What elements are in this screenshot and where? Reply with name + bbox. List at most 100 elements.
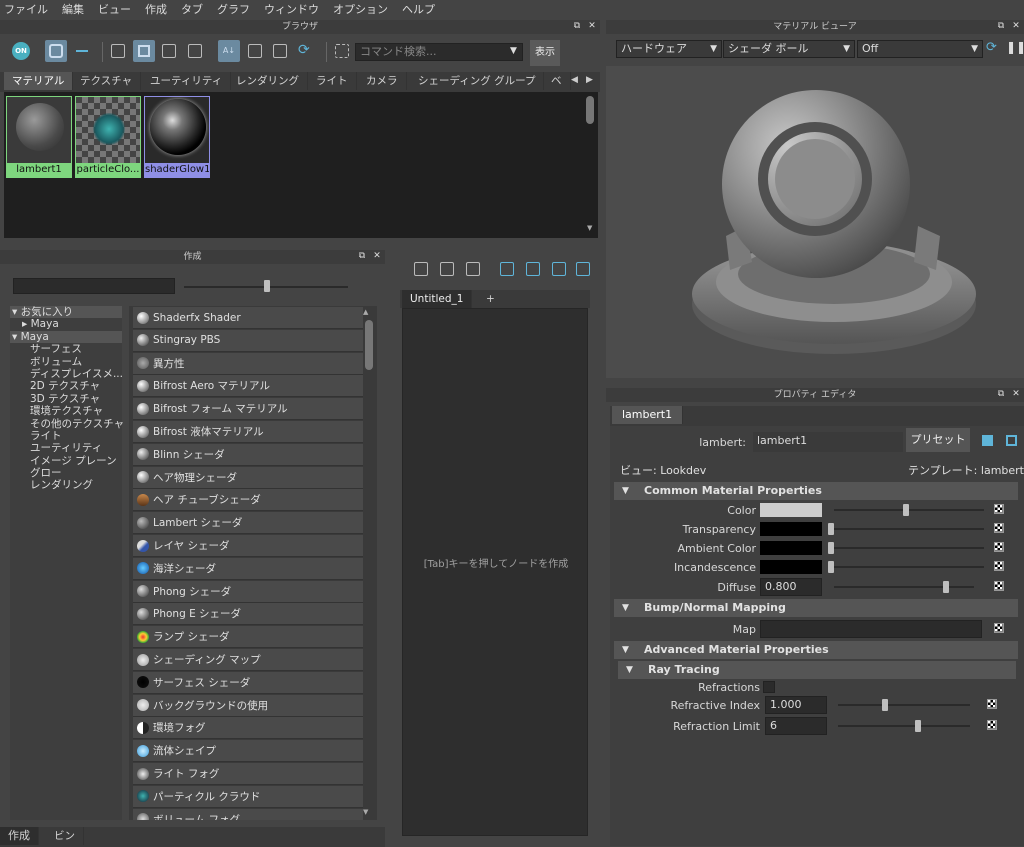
ambient-slider[interactable] bbox=[828, 547, 984, 549]
node-item[interactable]: バックグラウンドの使用 bbox=[133, 694, 363, 717]
expand-icon: ▼ bbox=[622, 645, 629, 655]
node-item[interactable]: ヘア物理シェーダ bbox=[133, 466, 363, 489]
incandescence-swatch[interactable] bbox=[760, 560, 822, 574]
node-label: Lambert シェーダ bbox=[153, 517, 243, 530]
props-title: プロパティ エディタ bbox=[773, 390, 857, 400]
copy-tab-icon[interactable] bbox=[982, 435, 993, 446]
create-bottom-tabs: 作成 ビン bbox=[0, 827, 385, 847]
preset-button[interactable]: プリセット bbox=[906, 428, 970, 452]
section-title: Advanced Material Properties bbox=[644, 643, 829, 656]
refractive-index-field[interactable]: 1.000 bbox=[765, 696, 827, 714]
map-button-icon[interactable] bbox=[994, 581, 1004, 591]
add-node-icon[interactable] bbox=[526, 262, 540, 276]
layout-icon[interactable] bbox=[552, 262, 566, 276]
node-graph-canvas[interactable]: [Tab]キーを押してノードを作成 bbox=[402, 308, 588, 836]
add-tab-button[interactable]: + bbox=[478, 290, 503, 308]
dropdown-value: ハードウェア bbox=[621, 42, 687, 55]
node-icon bbox=[137, 516, 149, 529]
node-icon bbox=[137, 471, 149, 484]
node-item[interactable]: ライト フォグ bbox=[133, 763, 363, 785]
float-icon[interactable]: ⧉ bbox=[996, 389, 1006, 399]
node-item[interactable]: シェーディング マップ bbox=[133, 649, 363, 671]
map-button-icon[interactable] bbox=[994, 523, 1004, 533]
section-raytracing[interactable]: ▼ Ray Tracing bbox=[618, 661, 1016, 679]
expand-icon[interactable] bbox=[1006, 435, 1017, 446]
slider-handle[interactable] bbox=[828, 561, 834, 573]
refresh-icon[interactable]: ⟳ bbox=[986, 40, 997, 55]
transparency-slider[interactable] bbox=[828, 528, 984, 530]
slider-handle[interactable] bbox=[915, 720, 921, 732]
section-bump[interactable]: ▼ Bump/Normal Mapping bbox=[614, 599, 1018, 617]
node-icon bbox=[137, 813, 149, 820]
close-icon[interactable]: ✕ bbox=[1011, 389, 1021, 399]
slider-handle[interactable] bbox=[828, 523, 834, 535]
node-item[interactable]: Bifrost フォーム マテリアル bbox=[133, 398, 363, 421]
node-item[interactable]: Lambert シェーダ bbox=[133, 512, 363, 535]
node-item[interactable]: Phong シェーダ bbox=[133, 580, 363, 603]
view-value[interactable]: Lookdev bbox=[660, 464, 706, 477]
output-connections-icon[interactable] bbox=[466, 262, 480, 276]
template-value[interactable]: lambert bbox=[981, 464, 1024, 477]
viewer-title: マテリアル ビューア bbox=[773, 22, 857, 32]
map-button-icon[interactable] bbox=[994, 623, 1004, 633]
close-icon[interactable]: ✕ bbox=[1011, 21, 1021, 31]
node-item[interactable]: Shaderfx Shader bbox=[133, 307, 363, 329]
viewer-title-bar: マテリアル ビューア ⧉ ✕ bbox=[606, 20, 1024, 34]
slider-handle[interactable] bbox=[882, 699, 888, 711]
tab-bins[interactable]: ビン bbox=[46, 827, 84, 845]
view-label: ビュー: bbox=[620, 464, 657, 477]
env-dropdown[interactable]: Off ▼ bbox=[857, 40, 983, 58]
node-item[interactable]: Bifrost 液体マテリアル bbox=[133, 421, 363, 443]
refractions-checkbox[interactable] bbox=[763, 681, 775, 693]
map-field[interactable] bbox=[760, 620, 982, 638]
section-common[interactable]: ▼ Common Material Properties bbox=[614, 482, 1018, 500]
ambient-color-swatch[interactable] bbox=[760, 541, 822, 555]
diffuse-field[interactable]: 0.800 bbox=[760, 578, 822, 596]
node-item[interactable]: 海洋シェーダ bbox=[133, 557, 363, 580]
node-item[interactable]: 流体シェイプ bbox=[133, 740, 363, 763]
map-button-icon[interactable] bbox=[987, 699, 997, 709]
map-button-icon[interactable] bbox=[987, 720, 997, 730]
node-item[interactable]: 環境フォグ bbox=[133, 717, 363, 740]
input-connections-icon[interactable] bbox=[414, 262, 428, 276]
node-item[interactable]: Phong E シェーダ bbox=[133, 603, 363, 626]
node-label: Shaderfx Shader bbox=[153, 311, 241, 324]
node-item[interactable]: サーフェス シェーダ bbox=[133, 671, 363, 694]
node-item[interactable]: Stingray PBS bbox=[133, 329, 363, 352]
node-item[interactable]: ランプ シェーダ bbox=[133, 626, 363, 649]
map-button-icon[interactable] bbox=[994, 561, 1004, 571]
diffuse-slider[interactable] bbox=[834, 586, 974, 588]
node-item[interactable]: 異方性 bbox=[133, 352, 363, 375]
node-item[interactable]: Bifrost Aero マテリアル bbox=[133, 375, 363, 398]
refraction-limit-field[interactable]: 6 bbox=[765, 717, 827, 735]
tab-untitled[interactable]: Untitled_1 bbox=[402, 290, 473, 308]
slider-handle[interactable] bbox=[903, 504, 909, 516]
slider-handle[interactable] bbox=[828, 542, 834, 554]
incandescence-slider[interactable] bbox=[828, 566, 984, 568]
map-button-icon[interactable] bbox=[994, 542, 1004, 552]
node-item[interactable]: ボリューム フォグ bbox=[133, 808, 363, 820]
shape-dropdown[interactable]: シェーダ ボール ▼ bbox=[723, 40, 855, 58]
slider-handle[interactable] bbox=[943, 581, 949, 593]
node-icon bbox=[137, 402, 149, 415]
node-name-field[interactable]: lambert1 bbox=[753, 432, 903, 452]
color-swatch[interactable] bbox=[760, 503, 822, 517]
pause-icon[interactable]: ❚❚ bbox=[1006, 40, 1024, 54]
frame-all-icon[interactable] bbox=[500, 262, 514, 276]
refractive-index-slider[interactable] bbox=[838, 704, 970, 706]
node-item[interactable]: パーティクル クラウド bbox=[133, 785, 363, 808]
node-item[interactable]: ヘア チューブシェーダ bbox=[133, 489, 363, 512]
color-slider[interactable] bbox=[834, 509, 984, 511]
map-button-icon[interactable] bbox=[994, 504, 1004, 514]
float-icon[interactable]: ⧉ bbox=[996, 21, 1006, 31]
section-advanced[interactable]: ▼ Advanced Material Properties bbox=[614, 641, 1018, 659]
refraction-limit-slider[interactable] bbox=[838, 725, 970, 727]
tab-create[interactable]: 作成 bbox=[0, 827, 39, 845]
node-item[interactable]: レイヤ シェーダ bbox=[133, 535, 363, 557]
arrange-icon[interactable] bbox=[576, 262, 590, 276]
tab-lambert1[interactable]: lambert1 bbox=[612, 406, 684, 424]
renderer-dropdown[interactable]: ハードウェア ▼ bbox=[616, 40, 722, 58]
transparency-swatch[interactable] bbox=[760, 522, 822, 536]
node-item[interactable]: Blinn シェーダ bbox=[133, 443, 363, 466]
io-connections-icon[interactable] bbox=[440, 262, 454, 276]
